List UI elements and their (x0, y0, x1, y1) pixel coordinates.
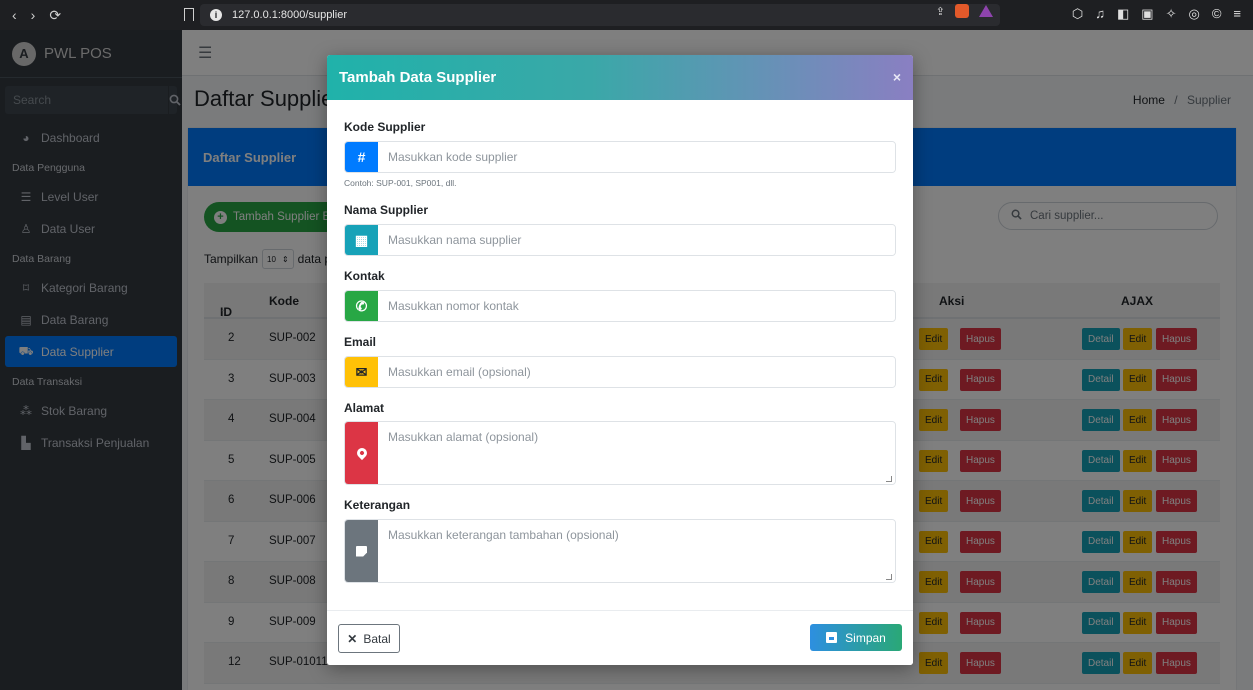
sticky-note-icon (345, 520, 378, 582)
kode-supplier-input[interactable] (378, 142, 895, 172)
alamat-group (344, 421, 896, 485)
batal-button[interactable]: ✕ Batal (338, 624, 400, 653)
nama-supplier-label: Nama Supplier (344, 203, 429, 217)
tab-icon[interactable]: ▣ (1141, 6, 1153, 22)
wallet-icon[interactable]: © (1212, 6, 1222, 22)
add-supplier-modal: Tambah Data Supplier × Kode Supplier # C… (327, 55, 913, 665)
nama-supplier-input[interactable] (378, 225, 895, 255)
kontak-group: ✆ (344, 290, 896, 322)
leo-icon[interactable]: ✧ (1166, 6, 1177, 22)
share-icon[interactable]: ⇪ (936, 5, 945, 18)
close-icon[interactable]: × (893, 69, 901, 85)
alamat-label: Alamat (344, 401, 385, 415)
keterangan-group (344, 519, 896, 583)
kontak-input[interactable] (378, 291, 895, 321)
extensions-icon[interactable]: ⬡ (1072, 6, 1083, 22)
site-info-icon[interactable]: i (210, 9, 222, 21)
keterangan-label: Keterangan (344, 498, 411, 512)
sidebar-toggle-icon[interactable]: ◧ (1117, 6, 1129, 22)
simpan-button[interactable]: Simpan (810, 624, 902, 651)
phone-icon: ✆ (345, 291, 378, 321)
kode-supplier-group: # (344, 141, 896, 173)
kontak-label: Kontak (344, 269, 385, 283)
address-bar-actions: ⇪ (936, 4, 993, 18)
media-icon[interactable]: ♫ (1095, 6, 1105, 22)
email-input[interactable] (378, 357, 895, 387)
menu-icon[interactable]: ≡ (1233, 6, 1241, 22)
email-group: ✉ (344, 356, 896, 388)
kode-supplier-help: Contoh: SUP-001, SP001, dll. (344, 178, 457, 188)
address-bar[interactable]: i 127.0.0.1:8000/supplier (200, 4, 1000, 26)
modal-footer: ✕ Batal Simpan (327, 610, 913, 665)
map-marker-icon (345, 422, 378, 484)
browser-nav: ‹ › ⟳ (0, 7, 176, 24)
reload-icon[interactable]: ⟳ (49, 7, 61, 24)
nama-supplier-group: ▦ (344, 224, 896, 256)
batal-label: Batal (363, 631, 391, 646)
email-label: Email (344, 335, 377, 349)
resize-handle[interactable] (886, 476, 892, 482)
kode-supplier-label: Kode Supplier (344, 120, 426, 134)
vpn-icon[interactable]: ◎ (1188, 6, 1199, 22)
bookmark-icon[interactable] (184, 8, 194, 21)
brave-shield-icon[interactable] (955, 4, 969, 18)
url-text: 127.0.0.1:8000/supplier (232, 9, 347, 21)
back-icon[interactable]: ‹ (12, 7, 17, 24)
building-icon: ▦ (345, 225, 378, 255)
forward-icon[interactable]: › (31, 7, 36, 24)
alamat-textarea[interactable] (378, 422, 895, 484)
browser-toolbar: ‹ › ⟳ i 127.0.0.1:8000/supplier ⇪ ⬡ ♫ ◧ … (0, 0, 1253, 30)
keterangan-textarea[interactable] (378, 520, 895, 582)
envelope-icon: ✉ (345, 357, 378, 387)
browser-extension-icons: ⬡ ♫ ◧ ▣ ✧ ◎ © ≡ (1072, 6, 1241, 22)
resize-handle[interactable] (886, 574, 892, 580)
modal-title: Tambah Data Supplier (327, 55, 913, 100)
simpan-label: Simpan (845, 630, 886, 645)
hash-icon: # (345, 142, 378, 172)
brave-rewards-icon[interactable] (979, 5, 993, 17)
save-icon (826, 632, 838, 643)
times-icon: ✕ (347, 631, 358, 646)
